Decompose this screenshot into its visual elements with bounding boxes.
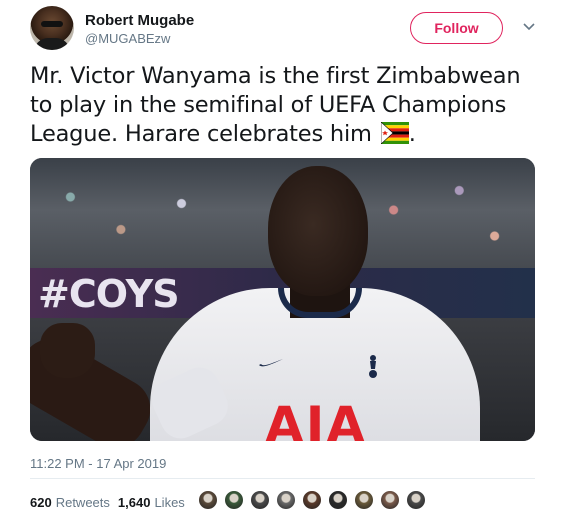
tweet-text-suffix: . [408, 121, 416, 147]
tweet-photo[interactable]: #COYS AIA [30, 158, 535, 441]
liker-avatar[interactable] [197, 489, 219, 511]
liker-avatar[interactable] [249, 489, 271, 511]
likes-count[interactable]: 1,640 [118, 495, 151, 510]
nike-swoosh-icon [258, 355, 284, 367]
liker-avatar[interactable] [353, 489, 375, 511]
liker-avatar[interactable] [275, 489, 297, 511]
player-head [268, 166, 368, 296]
tweet-timestamp[interactable]: 11:22 PM - 17 Apr 2019 [30, 456, 166, 471]
avatar-suit [34, 38, 70, 50]
divider [30, 478, 535, 479]
liker-avatar[interactable] [405, 489, 427, 511]
liker-avatars [197, 489, 431, 511]
author-display-name[interactable]: Robert Mugabe [85, 12, 194, 29]
retweets-label[interactable]: Retweets [56, 495, 110, 510]
liker-avatar[interactable] [327, 489, 349, 511]
tweet-stats: 620 Retweets 1,640 Likes [30, 492, 193, 512]
author-handle[interactable]: @MUGABEzw [85, 31, 170, 46]
tweet-card: Robert Mugabe @MUGABEzw Follow Mr. Victo… [0, 0, 561, 518]
likes-label[interactable]: Likes [154, 495, 184, 510]
avatar[interactable] [30, 6, 74, 50]
zimbabwe-flag-icon [380, 121, 409, 145]
retweets-count[interactable]: 620 [30, 495, 52, 510]
liker-avatar[interactable] [223, 489, 245, 511]
follow-button[interactable]: Follow [410, 12, 503, 44]
tweet-header: Robert Mugabe @MUGABEzw Follow [30, 6, 545, 52]
liker-avatar[interactable] [379, 489, 401, 511]
shirt-sponsor-text: AIA [265, 396, 367, 441]
chevron-down-icon[interactable] [522, 20, 536, 34]
stadium-banner-text: #COYS [38, 272, 180, 316]
tweet-body: Mr. Victor Wanyama is the first Zimbabwe… [30, 63, 521, 147]
player-hand [40, 323, 95, 378]
liker-avatar[interactable] [301, 489, 323, 511]
avatar-glasses [41, 21, 63, 27]
club-crest-icon [365, 353, 381, 379]
tweet-text: Mr. Victor Wanyama is the first Zimbabwe… [30, 62, 540, 149]
